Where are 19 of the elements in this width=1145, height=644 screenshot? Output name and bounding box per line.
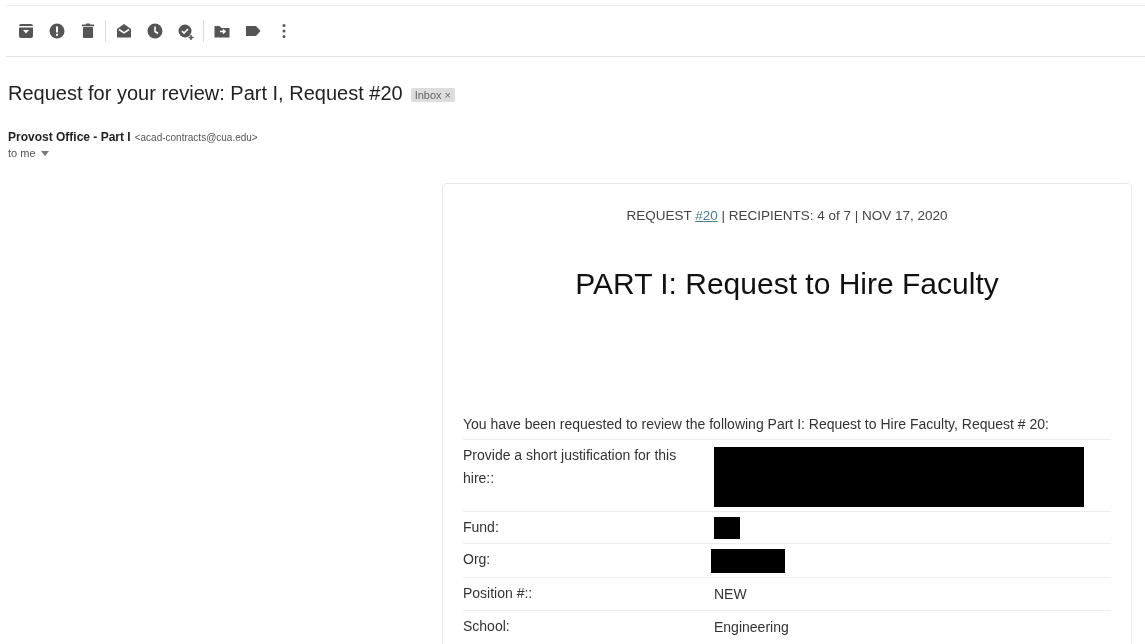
- field-label: Position #::: [463, 584, 534, 603]
- request-details: | RECIPIENTS: 4 of 7 | NOV 17, 2020: [721, 208, 948, 223]
- field-label: Fund:: [463, 518, 500, 537]
- field-label: Org:: [463, 550, 492, 569]
- request-link[interactable]: #20: [695, 208, 718, 223]
- email-subject: Request for your review: Part I, Request #20: [8, 82, 403, 105]
- caret-icon: [40, 150, 49, 156]
- sender-email: <acad-contracts@cua.edu>: [134, 132, 258, 143]
- field-label: School:: [463, 617, 511, 636]
- card-title: PART I: Request to Hire Faculty: [574, 267, 1000, 301]
- field-value: NEW: [714, 585, 747, 604]
- sender-name: Provost Office - Part I: [8, 130, 131, 144]
- field-label: Provide a short justification for this hire::: [463, 446, 678, 488]
- redaction-block: [714, 517, 740, 539]
- request-label: REQUEST: [626, 208, 692, 223]
- field-value: Engineering: [714, 618, 789, 637]
- inbox-label-chip[interactable]: Inbox ×: [410, 88, 456, 102]
- intro-text: You have been requested to review the following Part I: Request to Hire Faculty, Request # 20:: [463, 415, 1050, 434]
- recipient-dropdown[interactable]: to me: [8, 147, 49, 159]
